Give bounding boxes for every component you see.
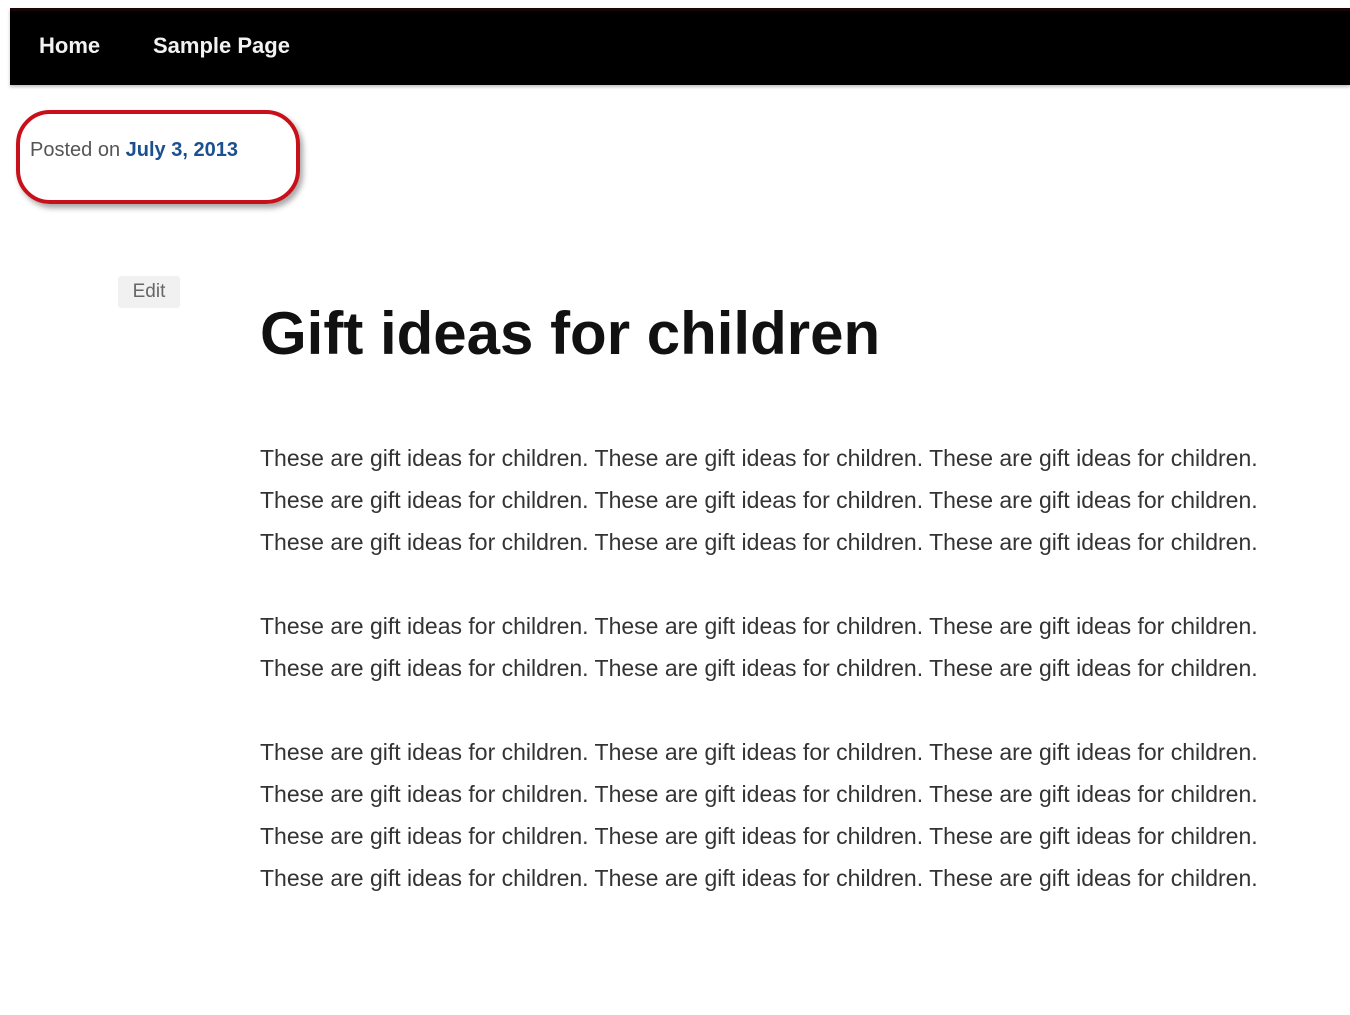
edit-post-link[interactable]: Edit: [118, 276, 180, 308]
nav-home-link[interactable]: Home: [39, 33, 100, 59]
post-content: These are gift ideas for children. These…: [260, 437, 1290, 941]
post-meta: Posted on July 3, 2013: [30, 139, 238, 162]
post-paragraph: These are gift ideas for children. These…: [260, 739, 1258, 891]
top-navigation-bar: Home Sample Page: [10, 8, 1350, 85]
post-paragraph: These are gift ideas for children. These…: [260, 445, 1258, 555]
post-paragraph: These are gift ideas for children. These…: [260, 613, 1258, 681]
nav-sample-page-link[interactable]: Sample Page: [153, 33, 290, 59]
page: Home Sample Page Posted on July 3, 2013 …: [0, 0, 1350, 1015]
post-date-link[interactable]: July 3, 2013: [126, 139, 238, 161]
post-title: Gift ideas for children: [260, 300, 881, 367]
posted-on-label: Posted on: [30, 139, 121, 161]
